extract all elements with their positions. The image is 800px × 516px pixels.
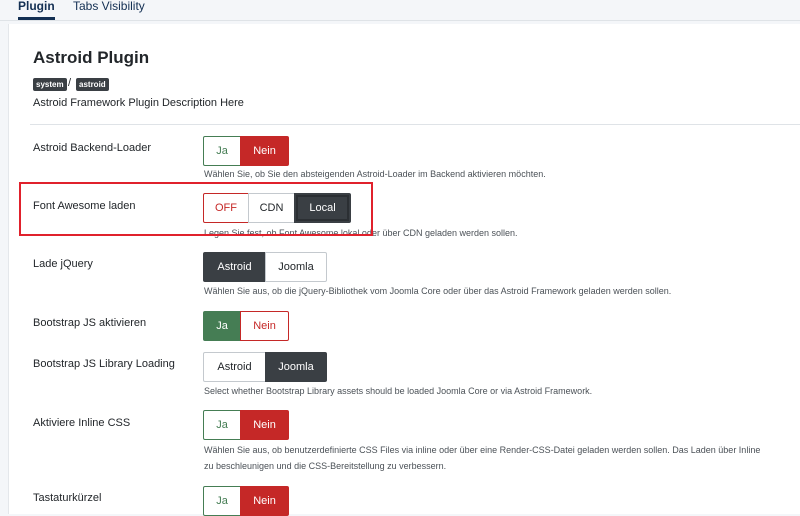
- badge-astroid: astroid: [76, 78, 109, 91]
- font-awesome-help: Legen Sie fest, ob Font Awesome lokal od…: [204, 228, 518, 238]
- inline-css-ja-button[interactable]: Ja: [203, 410, 241, 440]
- bootstrap-library-toggle: Astroid Joomla: [203, 352, 327, 382]
- setting-label-shortcuts: Tastaturkürzel: [33, 492, 102, 504]
- backend-loader-nein-button[interactable]: Nein: [240, 136, 289, 166]
- shortcuts-nein-button[interactable]: Nein: [240, 486, 289, 516]
- font-awesome-off-button[interactable]: OFF: [203, 193, 249, 223]
- tab-bar: Plugin Tabs Visibility: [0, 0, 800, 21]
- page-title: Astroid Plugin: [33, 48, 150, 67]
- font-awesome-toggle: OFF CDN Local: [203, 193, 351, 223]
- setting-label-bootstrap-library: Bootstrap JS Library Loading: [33, 358, 175, 370]
- backend-loader-ja-button[interactable]: Ja: [203, 136, 241, 166]
- tab-tabs-visibility[interactable]: Tabs Visibility: [73, 0, 145, 19]
- jquery-joomla-button[interactable]: Joomla: [265, 252, 327, 282]
- divider: [30, 124, 800, 125]
- setting-label-backend-loader: Astroid Backend-Loader: [33, 142, 152, 154]
- inline-css-help-line-2: zu beschleunigen und die CSS-Bereitstell…: [204, 461, 447, 471]
- setting-label-inline-css: Aktiviere Inline CSS: [33, 417, 131, 429]
- shortcuts-ja-button[interactable]: Ja: [203, 486, 241, 516]
- jquery-astroid-button[interactable]: Astroid: [203, 252, 266, 282]
- font-awesome-cdn-button[interactable]: CDN: [248, 193, 295, 223]
- plugin-description: Astroid Framework Plugin Description Her…: [33, 97, 244, 109]
- font-awesome-local-button[interactable]: Local: [294, 193, 351, 223]
- bootstrap-js-nein-button[interactable]: Nein: [240, 311, 289, 341]
- setting-label-jquery: Lade jQuery: [33, 258, 93, 270]
- setting-label-font-awesome: Font Awesome laden: [33, 200, 136, 212]
- inline-css-help: Wählen Sie aus, ob benutzerdefinierte CS…: [204, 445, 761, 455]
- inline-css-toggle: Ja Nein: [203, 410, 289, 440]
- jquery-toggle: Astroid Joomla: [203, 252, 327, 282]
- jquery-help: Wählen Sie aus, ob die jQuery-Bibliothek…: [204, 286, 672, 296]
- inline-css-nein-button[interactable]: Nein: [240, 410, 289, 440]
- bootstrap-library-joomla-button[interactable]: Joomla: [265, 352, 327, 382]
- bootstrap-library-astroid-button[interactable]: Astroid: [203, 352, 266, 382]
- bootstrap-js-toggle: Ja Nein: [203, 311, 289, 341]
- shortcuts-toggle: Ja Nein: [203, 486, 289, 516]
- bootstrap-library-help: Select whether Bootstrap Library assets …: [204, 386, 593, 396]
- setting-label-bootstrap-js: Bootstrap JS aktivieren: [33, 317, 147, 329]
- backend-loader-help: Wählen Sie, ob Sie den absteigenden Astr…: [204, 169, 546, 179]
- bootstrap-js-ja-button[interactable]: Ja: [203, 311, 241, 341]
- backend-loader-toggle: Ja Nein: [203, 136, 289, 166]
- badge-system: system: [33, 78, 67, 91]
- badge-separator: /: [68, 77, 72, 89]
- tab-plugin[interactable]: Plugin: [18, 0, 55, 20]
